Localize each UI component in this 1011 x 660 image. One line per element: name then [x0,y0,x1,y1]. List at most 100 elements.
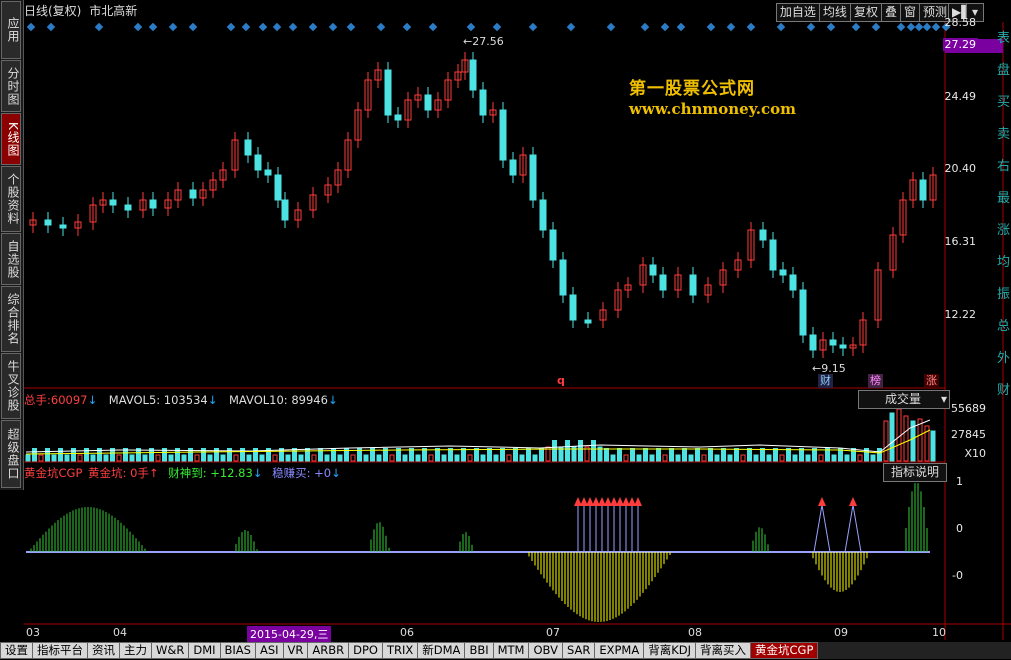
indicator-tab-19[interactable]: 背离买入 [695,642,751,659]
rail-tab-3[interactable]: 个股资料 [1,166,21,232]
high-price-marker: ←27.56 [463,35,504,48]
indicator-tab-4[interactable]: W&R [151,642,190,659]
indicator-tab-bar: 设置 指标平台 资讯 主力 W&R DMI BIAS ASI VR ARBR DPO TRIX 新DMA… [0,642,1011,659]
volume-bar [240,448,245,462]
rail-tab-7[interactable]: 超级盘口 [1,420,21,488]
indicator-tab-13[interactable]: BBI [464,642,494,659]
toolbar-button-2[interactable]: 复权 [849,3,882,22]
limit-up-event-tag[interactable]: 涨 [924,374,939,388]
total-volume-value: 60097 [50,393,88,407]
volume-bar [480,454,486,462]
side-label-7[interactable]: 均 [997,254,1010,272]
side-label-11[interactable]: 财 [997,382,1010,400]
volume-indicator-select[interactable]: 成交量 ▾ [858,390,950,409]
volume-bar [552,440,557,462]
price-tick-1: 27.29 [942,38,978,51]
indicator-tab-6[interactable]: BIAS [219,642,256,659]
date-tick-3: 06 [400,626,414,639]
indicator-v2: +12.83 [210,466,253,480]
signal-diamond [148,22,158,32]
period-label[interactable]: 日线(复权) [24,4,81,18]
side-label-9[interactable]: 总 [997,318,1010,336]
volume-bar [181,454,187,462]
side-label-2[interactable]: 买 [997,94,1010,112]
volume-bar [285,454,291,462]
rail-tab-4[interactable]: 自选股 [1,233,21,285]
indicator-tab-16[interactable]: SAR [561,642,596,659]
signal-diamond [328,22,338,32]
side-label-10[interactable]: 外 [997,350,1010,368]
signal-diamond [346,22,356,32]
indicator-tab-8[interactable]: VR [282,642,309,659]
volume-tick-2: X10 [964,447,986,460]
volume-bar [305,448,310,462]
volume-bar [519,454,525,462]
indicator-tab-14[interactable]: MTM [492,642,530,659]
indicator-l2: 财神到: [168,466,207,480]
indicator-tab-11[interactable]: TRIX [381,642,419,659]
indicator-tab-5[interactable]: DMI [188,642,221,659]
ranking-event-tag[interactable]: 榜 [868,374,883,388]
price-tick-5: 12.22 [944,308,977,321]
toolbar-button-3[interactable]: 叠 [880,3,901,22]
indicator-tab-3[interactable]: 主力 [119,642,152,659]
side-label-1[interactable]: 盘 [997,62,1010,80]
toolbar-button-0[interactable]: 加自选 [775,3,820,22]
signal-diamond [922,22,932,32]
watermark-url: www.chnmoney.com [629,100,796,118]
finance-event-tag[interactable]: 财 [818,374,833,388]
indicator-tab-0[interactable]: 设置 [0,642,33,659]
volume-bar [917,418,923,462]
signal-diamond [258,22,268,32]
rail-tab-0[interactable]: 应用 [1,1,21,59]
candle-body [559,259,567,296]
signal-diamond [606,22,616,32]
side-label-0[interactable]: 表 [997,30,1010,48]
indicator-tab-9[interactable]: ARBR [307,642,350,659]
indicator-tab-7[interactable]: ASI [254,642,284,659]
rail-tab-2[interactable]: K线图 [1,113,21,165]
buy-signal-arrow [849,497,857,506]
candle-body [189,189,197,199]
indicator-name: 黄金坑CGP [24,466,83,480]
candle-body [384,69,392,116]
indicator-tab-1[interactable]: 指标平台 [32,642,88,659]
mavol5-line [25,419,931,453]
rail-tab-1[interactable]: 分时图 [1,60,21,112]
side-label-5[interactable]: 最 [997,190,1010,208]
indicator-tab-20[interactable]: 黄金坑CGP [750,642,819,659]
indicator-tab-12[interactable]: 新DMA [417,642,466,659]
indicator-tab-2[interactable]: 资讯 [87,642,120,659]
rail-tab-6[interactable]: 牛叉诊股 [1,353,21,419]
volume-bar [51,454,57,462]
volume-bar [610,454,616,462]
signal-diamond [896,22,906,32]
indicator-tab-10[interactable]: DPO [348,642,383,659]
side-label-6[interactable]: 涨 [997,222,1010,240]
toolbar-button-4[interactable]: 窗 [899,3,920,22]
indicator-help-button[interactable]: 指标说明 [883,463,947,482]
candle-body [549,229,557,261]
volume-bar [376,454,382,462]
volume-bar [487,448,492,462]
side-label-4[interactable]: 右 [997,158,1010,176]
signal-diamond [94,22,104,32]
candle-body [659,274,667,291]
side-label-3[interactable]: 卖 [997,126,1010,144]
volume-bar [766,454,772,462]
candle-body [569,294,577,321]
candle-body [281,199,289,221]
side-label-8[interactable]: 振 [997,286,1010,304]
volume-bar [246,454,252,462]
toolbar-button-1[interactable]: 均线 [818,3,851,22]
indicator-l3: 稳赚买: [272,466,311,480]
volume-bar [194,454,200,462]
indicator-l1: 黄金坑: [88,466,127,480]
indicator-tab-18[interactable]: 背离KDJ [643,642,696,659]
volume-bar [747,448,752,462]
indicator-tab-17[interactable]: EXPMA [594,642,645,659]
rail-tab-5[interactable]: 综合排名 [1,286,21,352]
indicator-tab-15[interactable]: OBV [528,642,563,659]
volume-bar [500,448,505,462]
chart-canvas[interactable] [0,0,1011,659]
